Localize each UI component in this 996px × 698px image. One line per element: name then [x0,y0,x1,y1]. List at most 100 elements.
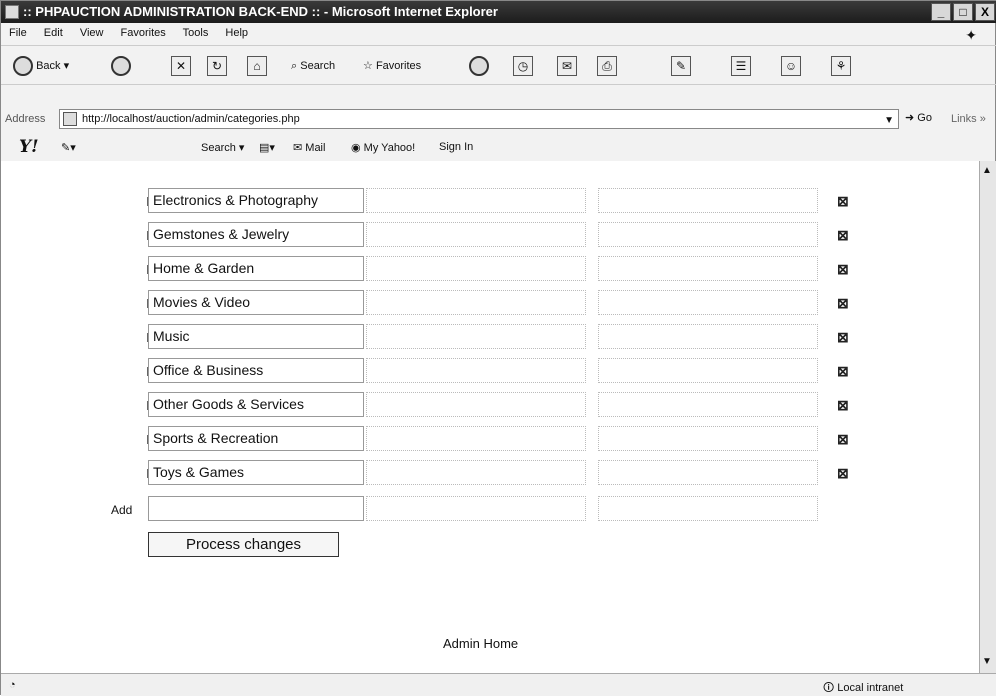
menu-tools[interactable]: Tools [183,27,209,39]
category-column-2-input[interactable] [366,188,586,213]
title-bar: :: PHPAUCTION ADMINISTRATION BACK-END ::… [1,1,996,23]
address-label: Address [5,113,46,125]
category-column-2-input[interactable] [366,290,586,315]
maximize-button[interactable]: □ [953,3,973,21]
category-column-3-input[interactable] [598,460,818,485]
admin-home-link[interactable]: Admin Home [443,636,518,651]
category-column-3-input[interactable] [598,188,818,213]
favorites-button[interactable]: ☆ Favorites [363,54,421,78]
category-name-input[interactable]: Home & Garden [148,256,364,281]
forward-arrow-icon [111,56,131,77]
messenger-button[interactable]: ☺ [781,54,801,78]
mail-button[interactable]: ✉ [557,54,577,78]
delete-checkbox-icon[interactable]: ⊠ [837,194,851,208]
highlight-icon[interactable]: ▤▾ [259,141,275,154]
category-name-input[interactable]: Gemstones & Jewelry [148,222,364,247]
scroll-down-icon[interactable]: ▼ [982,656,992,667]
zone-status: 🛈 Local intranet [823,682,904,694]
address-input[interactable]: http://localhost/auction/admin/categorie… [59,109,899,129]
my-yahoo-button[interactable]: ◉ My Yahoo! [351,141,415,154]
category-column-2-input[interactable] [366,392,586,417]
stop-icon: ✕ [171,56,191,77]
delete-checkbox-icon[interactable]: ⊠ [837,330,851,344]
vertical-scrollbar[interactable]: ▲ ▼ [979,161,996,673]
category-column-2-input[interactable] [366,222,586,247]
category-name-input[interactable]: Office & Business [148,358,364,383]
my-yahoo-label: My Yahoo! [363,142,416,154]
category-column-2-input[interactable] [366,256,586,281]
category-column-3-input[interactable] [598,222,818,247]
home-icon: ⌂ [247,56,267,77]
yahoo-mail-label: Mail [305,142,326,154]
delete-checkbox-icon[interactable]: ⊠ [837,262,851,276]
search-label: Search [300,60,336,72]
links-button[interactable]: Links » [951,113,986,125]
add-column-2-input[interactable] [366,496,586,521]
page-status-icon: ◔ [9,679,16,691]
links-label: Links [951,113,977,125]
close-button[interactable]: X [975,3,995,21]
discuss-button[interactable]: ☰ [731,54,751,78]
menu-view[interactable]: View [80,27,104,39]
menu-help[interactable]: Help [225,27,248,39]
add-column-3-input[interactable] [598,496,818,521]
category-column-3-input[interactable] [598,256,818,281]
category-column-3-input[interactable] [598,290,818,315]
favorites-label: Favorites [375,60,422,72]
home-button[interactable]: ⌂ [247,54,267,78]
category-column-2-input[interactable] [366,426,586,451]
category-column-3-input[interactable] [598,426,818,451]
yahoo-logo-icon[interactable]: Y! [19,137,39,157]
yahoo-mail-button[interactable]: ✉ Mail [293,141,325,154]
yahoo-search-button[interactable]: Search ▾ [201,141,244,154]
menu-file[interactable]: File [9,27,27,39]
search-button[interactable]: ⌕ Search [291,54,335,78]
add-category-input[interactable] [148,496,364,521]
delete-checkbox-icon[interactable]: ⊠ [837,228,851,242]
forward-button[interactable] [111,54,131,78]
search-icon: ⌕ [291,60,298,72]
chevron-down-icon[interactable]: ▼ [884,112,894,130]
history-button[interactable]: ◷ [513,54,533,78]
category-column-2-input[interactable] [366,460,586,485]
delete-checkbox-icon[interactable]: ⊠ [837,432,851,446]
delete-checkbox-icon[interactable]: ⊠ [837,466,851,480]
category-column-2-input[interactable] [366,358,586,383]
category-column-3-input[interactable] [598,324,818,349]
standard-toolbar: Back ▾ ✕ ↻ ⌂ ⌕ Search ☆ Favorites ◷ ✉ ⎙ … [1,45,996,85]
back-button[interactable]: Back ▾ [13,54,69,78]
edit-button[interactable]: ✎ [671,54,691,78]
category-name-input[interactable]: Electronics & Photography [148,188,364,213]
category-name-input[interactable]: Movies & Video [148,290,364,315]
category-name-input[interactable]: Sports & Recreation [148,426,364,451]
window-title: :: PHPAUCTION ADMINISTRATION BACK-END ::… [23,4,498,19]
history-icon: ◷ [513,56,533,77]
category-name-input[interactable]: Other Goods & Services [148,392,364,417]
category-column-3-input[interactable] [598,358,818,383]
menu-favorites[interactable]: Favorites [121,27,166,39]
add-label: Add [111,503,133,517]
menu-edit[interactable]: Edit [44,27,63,39]
go-button[interactable]: ➜ Go [905,111,932,124]
research-button[interactable]: ⚘ [831,54,851,78]
category-name-input[interactable]: Toys & Games [148,460,364,485]
delete-checkbox-icon[interactable]: ⊠ [837,364,851,378]
process-changes-button[interactable]: Process changes [148,532,339,557]
category-name-input[interactable]: Music [148,324,364,349]
print-button[interactable]: ⎙ [597,54,617,78]
scroll-up-icon[interactable]: ▲ [982,165,992,176]
media-button[interactable] [469,54,489,78]
category-column-3-input[interactable] [598,392,818,417]
sign-in-link[interactable]: Sign In [439,141,473,153]
stop-button[interactable]: ✕ [171,54,191,78]
delete-checkbox-icon[interactable]: ⊠ [837,296,851,310]
zone-label: Local intranet [837,682,904,694]
category-column-2-input[interactable] [366,324,586,349]
pencil-icon[interactable]: ✎▾ [61,141,76,154]
go-label: Go [917,112,932,124]
refresh-button[interactable]: ↻ [207,54,227,78]
minimize-button[interactable]: _ [931,3,951,21]
yahoo-search-label: Search [201,142,236,154]
delete-checkbox-icon[interactable]: ⊠ [837,398,851,412]
research-icon: ⚘ [831,56,851,77]
